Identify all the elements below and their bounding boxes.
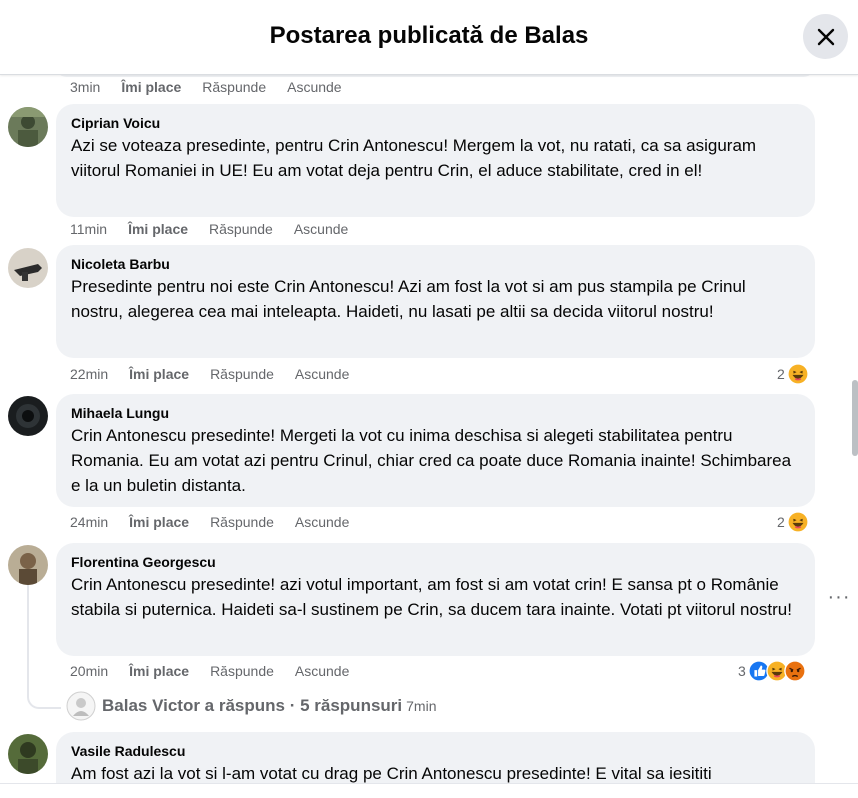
comment-author[interactable]: Ciprian Voicu xyxy=(71,114,801,132)
hide-action[interactable]: Ascunde xyxy=(287,79,341,95)
haha-reaction-icon xyxy=(787,363,809,385)
previous-comment-actions: 3min Îmi place Răspunde Ascunde xyxy=(70,79,363,95)
more-options-button[interactable]: ··· xyxy=(826,587,852,610)
avatar-image xyxy=(8,396,48,436)
comment-author[interactable]: Vasile Radulescu xyxy=(71,742,801,760)
avatar-image xyxy=(8,248,48,288)
comment-author[interactable]: Mihaela Lungu xyxy=(71,404,801,422)
like-action[interactable]: Îmi place xyxy=(129,514,189,530)
avatar-image xyxy=(8,734,48,774)
haha-reaction-icon xyxy=(787,511,809,533)
reaction-count: 2 xyxy=(777,514,785,530)
comments-list[interactable]: 3min Îmi place Răspunde Ascunde Ciprian … xyxy=(0,75,858,783)
more-options-icon: ··· xyxy=(827,586,851,608)
comment-bubble: Ciprian Voicu Azi se voteaza presedinte,… xyxy=(56,104,815,217)
reaction-summary[interactable]: 2 xyxy=(777,363,809,385)
avatar[interactable] xyxy=(8,107,48,147)
comment-text: Crin Antonescu presedinte! azi votul imp… xyxy=(71,575,792,619)
comment-bubble: Nicoleta Barbu Presedinte pentru noi est… xyxy=(56,245,815,358)
reaction-count: 3 xyxy=(738,663,746,679)
like-action[interactable]: Îmi place xyxy=(121,79,181,95)
like-action[interactable]: Îmi place xyxy=(129,663,189,679)
comment-actions: 20min Îmi place Răspunde Ascunde xyxy=(70,663,370,679)
replier-avatar xyxy=(66,691,96,721)
dialog-title: Postarea publicată de Balas xyxy=(269,22,589,49)
previous-comment-bubble xyxy=(55,75,815,77)
comment-bubble: Mihaela Lungu Crin Antonescu presedinte!… xyxy=(56,394,815,507)
angry-reaction-icon xyxy=(784,660,806,682)
comment-time[interactable]: 3min xyxy=(70,79,100,95)
replies-label[interactable]: Balas Victor a răspuns · 5 răspunsuri xyxy=(102,696,402,716)
reply-action[interactable]: Răspunde xyxy=(210,663,274,679)
hide-action[interactable]: Ascunde xyxy=(295,514,349,530)
avatar[interactable] xyxy=(8,248,48,288)
comment-actions: 11min Îmi place Răspunde Ascunde xyxy=(70,221,369,237)
avatar[interactable] xyxy=(8,734,48,774)
avatar-image xyxy=(8,107,48,147)
avatar[interactable] xyxy=(8,545,48,585)
reply-action[interactable]: Răspunde xyxy=(210,514,274,530)
dialog-header: Postarea publicată de Balas xyxy=(0,0,858,75)
reply-action[interactable]: Răspunde xyxy=(210,366,274,382)
reply-action[interactable]: Răspunde xyxy=(209,221,273,237)
comment-bubble: Florentina Georgescu Crin Antonescu pres… xyxy=(56,543,815,656)
comment-bubble: Vasile Radulescu Am fost azi la vot si l… xyxy=(56,732,815,783)
scrollbar-thumb[interactable] xyxy=(852,380,858,456)
hide-action[interactable]: Ascunde xyxy=(294,221,348,237)
replies-time: 7min xyxy=(406,698,437,714)
comment-text: Presedinte pentru noi este Crin Antonesc… xyxy=(71,277,746,321)
reply-action[interactable]: Răspunde xyxy=(202,79,266,95)
reaction-summary[interactable]: 2 xyxy=(777,511,809,533)
comment-text: Crin Antonescu presedinte! Mergeti la vo… xyxy=(71,426,792,495)
comment-time[interactable]: 22min xyxy=(70,366,108,382)
avatar[interactable] xyxy=(8,396,48,436)
comment-time[interactable]: 11min xyxy=(70,221,107,237)
reaction-summary[interactable]: 3 xyxy=(738,660,806,682)
comment-time[interactable]: 20min xyxy=(70,663,108,679)
like-action[interactable]: Îmi place xyxy=(129,366,189,382)
comment-author[interactable]: Florentina Georgescu xyxy=(71,553,801,571)
comment-text: Azi se voteaza presedinte, pentru Crin A… xyxy=(71,136,757,180)
avatar-image xyxy=(8,545,48,585)
bottom-divider xyxy=(0,783,858,798)
comment-author[interactable]: Nicoleta Barbu xyxy=(71,255,801,273)
close-button[interactable] xyxy=(803,14,848,59)
comment-time[interactable]: 24min xyxy=(70,514,108,530)
close-icon xyxy=(817,28,834,45)
like-action[interactable]: Îmi place xyxy=(128,221,188,237)
reaction-count: 2 xyxy=(777,366,785,382)
comment-actions: 22min Îmi place Răspunde Ascunde xyxy=(70,366,370,382)
hide-action[interactable]: Ascunde xyxy=(295,663,349,679)
comment-actions: 24min Îmi place Răspunde Ascunde xyxy=(70,514,370,530)
view-replies-link[interactable]: Balas Victor a răspuns · 5 răspunsuri 7m… xyxy=(66,691,437,721)
comment-text: Am fost azi la vot si l-am votat cu drag… xyxy=(71,764,712,783)
hide-action[interactable]: Ascunde xyxy=(295,366,349,382)
